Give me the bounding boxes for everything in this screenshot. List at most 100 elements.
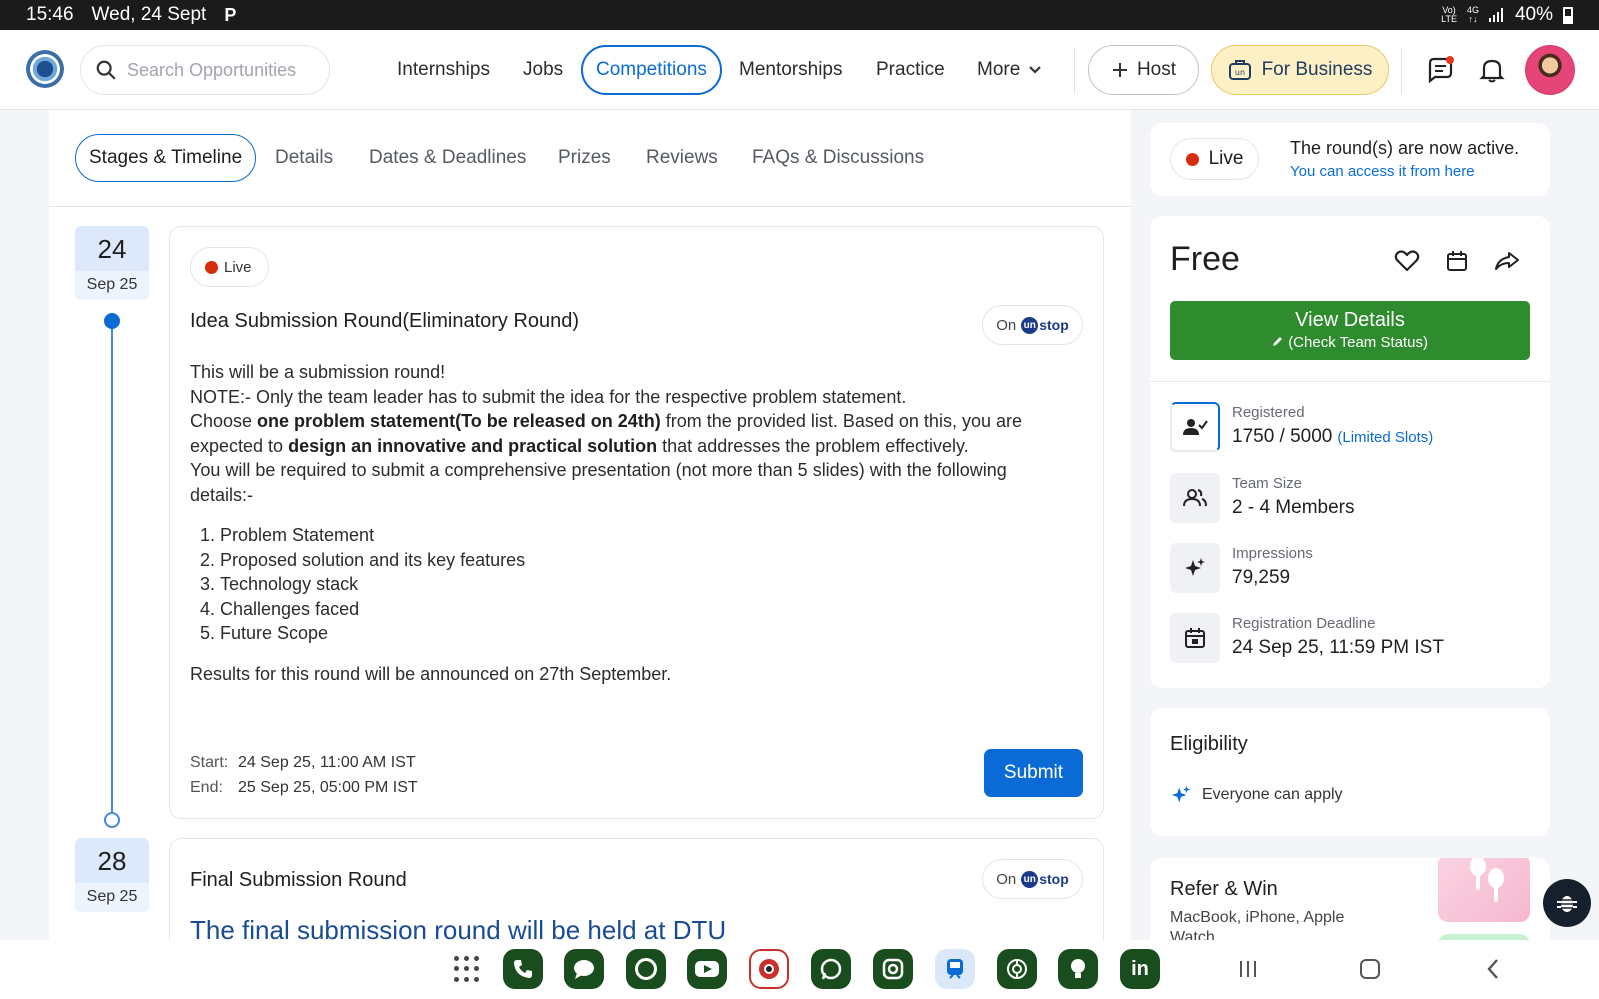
eligibility-card: Eligibility Everyone can apply: [1150, 708, 1550, 836]
submit-button[interactable]: Submit: [984, 749, 1083, 797]
list-item: Problem Statement: [220, 523, 1050, 548]
tab-faqs-discussions[interactable]: FAQs & Discussions: [752, 134, 924, 182]
live-label: Live: [1208, 148, 1244, 169]
calendar-icon[interactable]: [1442, 246, 1472, 276]
sparkle-icon: [1170, 543, 1220, 593]
section-tabs: Stages & Timeline Details Dates & Deadli…: [49, 110, 1131, 207]
linkedin-icon[interactable]: in: [1120, 949, 1160, 989]
app-drawer-icon[interactable]: [454, 956, 480, 982]
bulb-icon[interactable]: [1058, 949, 1098, 989]
pencil-icon: [1273, 337, 1283, 346]
registered-icon: [1170, 402, 1220, 452]
list-item: Technology stack: [220, 572, 1050, 597]
stat-registration-deadline: Registration Deadline 24 Sep 25, 11:59 P…: [1170, 613, 1530, 663]
round-date-month: Sep 25: [75, 883, 149, 912]
price-label: Free: [1170, 240, 1240, 278]
nav-divider: [1074, 48, 1075, 94]
nav-internships[interactable]: Internships: [397, 45, 490, 95]
whatsapp-icon[interactable]: [811, 949, 851, 989]
heart-icon[interactable]: [1392, 246, 1422, 276]
site-logo[interactable]: [26, 50, 64, 88]
on-label: On: [996, 870, 1017, 888]
search-input[interactable]: [127, 59, 317, 81]
nav-jobs[interactable]: Jobs: [523, 45, 563, 95]
stat-label: Registration Deadline: [1232, 615, 1376, 632]
nav-practice[interactable]: Practice: [876, 45, 945, 95]
calendar-deadline-icon: [1170, 613, 1220, 663]
overview-card: Free View Details (Check Team Status) Re…: [1150, 216, 1550, 688]
battery-percent: 40%: [1514, 4, 1553, 25]
view-details-label: View Details: [1295, 309, 1405, 331]
tab-dates-deadlines[interactable]: Dates & Deadlines: [369, 134, 526, 182]
notification-bell-icon[interactable]: [1474, 52, 1510, 88]
team-icon: [1170, 473, 1220, 523]
main-panel: Stages & Timeline Details Dates & Deadli…: [49, 110, 1131, 940]
tab-reviews[interactable]: Reviews: [646, 134, 718, 182]
back-nav-icon[interactable]: [1478, 954, 1508, 984]
on-unstop-badge: On un stop: [982, 305, 1083, 345]
nav-mentorships[interactable]: Mentorships: [739, 45, 843, 95]
rounds-active-text: The round(s) are now active.: [1290, 138, 1520, 158]
app-dock: in: [0, 940, 1599, 999]
host-button[interactable]: Host: [1088, 45, 1199, 95]
messages-icon[interactable]: [1422, 52, 1458, 88]
tab-prizes[interactable]: Prizes: [558, 134, 611, 182]
live-dot-icon: [205, 260, 218, 274]
bug-report-icon[interactable]: [1543, 879, 1591, 927]
stat-value: 24 Sep 25, 11:59 PM IST: [1232, 637, 1444, 658]
phone-icon[interactable]: [503, 949, 543, 989]
battery-icon: [1563, 6, 1573, 24]
messages-icon[interactable]: [564, 949, 604, 989]
nav-competitions[interactable]: Competitions: [581, 45, 722, 95]
search-icon: [96, 60, 116, 80]
live-badge: Live: [190, 247, 269, 287]
airpods-image: [1438, 858, 1530, 922]
round-title: Idea Submission Round(Eliminatory Round): [190, 310, 580, 332]
tab-stages-timeline[interactable]: Stages & Timeline: [75, 134, 257, 182]
round-date-month: Sep 25: [75, 271, 149, 300]
status-bar: 15:46 Wed, 24 Sept P Vo) LTE 4G ↑↓ 40%: [0, 0, 1599, 30]
home-nav-icon[interactable]: [1355, 954, 1385, 984]
chevron-down-icon: [1029, 66, 1042, 74]
access-link[interactable]: You can access it from here: [1290, 163, 1475, 180]
share-icon[interactable]: [1492, 246, 1522, 276]
unstop-logo: un stop: [1021, 870, 1069, 888]
for-business-button[interactable]: un For Business: [1211, 45, 1389, 95]
timeline-start-dot: [104, 313, 120, 329]
camera-icon[interactable]: [749, 949, 789, 989]
network-4g-icon: 4G ↑↓: [1466, 5, 1479, 24]
signal-icon: [1488, 8, 1503, 22]
host-label: Host: [1136, 59, 1177, 80]
instagram-icon[interactable]: [873, 949, 913, 989]
stat-registered: Registered 1750 / 5000 (Limited Slots): [1170, 402, 1530, 452]
refer-win-card[interactable]: Refer & Win MacBook, iPhone, Apple Watch: [1150, 858, 1550, 940]
live-badge: Live: [1170, 138, 1259, 180]
user-avatar[interactable]: [1525, 45, 1575, 95]
round-times: Start: 24 Sep 25, 11:00 AM IST End: 25 Sep…: [190, 754, 418, 796]
list-item: Future Scope: [220, 621, 1050, 646]
sparkle-icon: [1171, 785, 1191, 803]
list-item: Challenges faced: [220, 597, 1050, 622]
round-description: This will be a submission round! NOTE:- …: [190, 360, 1050, 686]
youtube-icon[interactable]: [687, 949, 727, 989]
live-dot-icon: [1185, 152, 1199, 166]
round-date-day: 28: [97, 846, 127, 876]
briefcase-icon: un: [1228, 60, 1251, 80]
openai-icon[interactable]: [997, 949, 1037, 989]
transit-icon[interactable]: [935, 949, 975, 989]
nav-more[interactable]: More: [977, 45, 1042, 95]
view-details-button[interactable]: View Details (Check Team Status): [1170, 301, 1530, 360]
nav-more-label: More: [977, 59, 1021, 80]
tab-details[interactable]: Details: [275, 134, 333, 182]
round-title: Final Submission Round: [190, 869, 407, 891]
search-box[interactable]: [80, 45, 330, 95]
refer-subtitle: MacBook, iPhone, Apple Watch: [1170, 909, 1345, 940]
on-label: On: [996, 316, 1017, 334]
round-card: Live Idea Submission Round(Eliminatory R…: [169, 226, 1104, 819]
status-indicators: Vo) LTE 4G ↑↓ 40%: [1441, 4, 1573, 26]
live-label: Live: [224, 258, 252, 276]
chrome-icon[interactable]: [626, 949, 666, 989]
round-card: Final Submission Round On un stop The fin…: [169, 838, 1104, 940]
recents-nav-icon[interactable]: [1233, 954, 1263, 984]
status-date: Wed, 24 Sept: [91, 4, 207, 25]
